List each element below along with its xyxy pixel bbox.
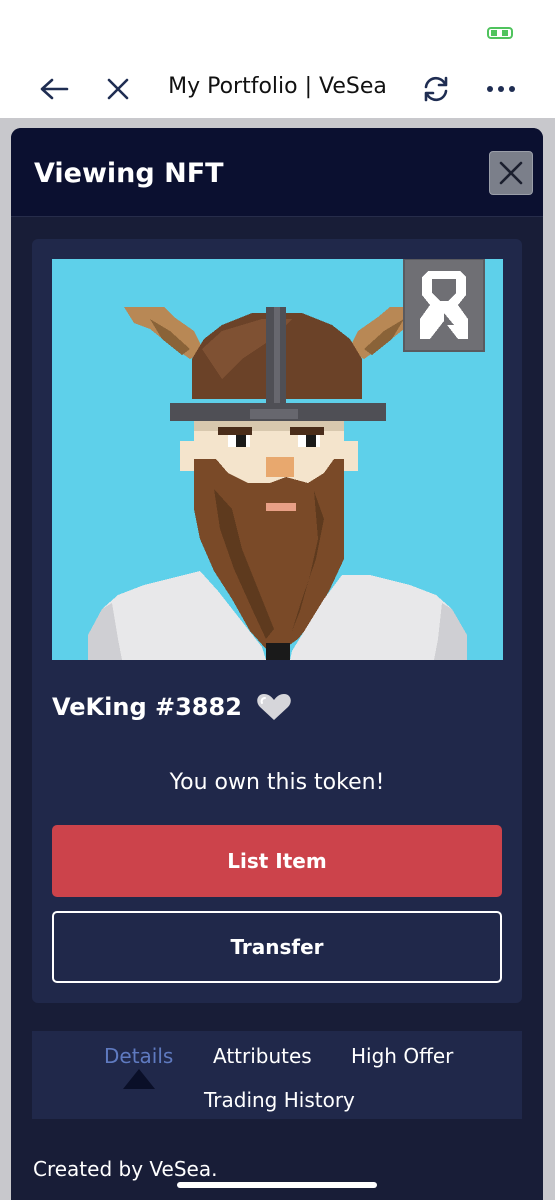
tab-trading-history[interactable]: Trading History xyxy=(204,1088,355,1112)
battery-icon xyxy=(487,26,515,45)
tab-details[interactable]: Details xyxy=(104,1044,173,1068)
transfer-button[interactable]: Transfer xyxy=(52,911,502,983)
tab-attributes[interactable]: Attributes xyxy=(213,1044,312,1068)
page-title: My Portfolio | VeSea xyxy=(168,74,387,99)
created-by-text: Created by VeSea. xyxy=(33,1157,218,1181)
close-icon[interactable] xyxy=(100,72,136,106)
modal-title: Viewing NFT xyxy=(34,158,224,189)
nft-name: VeKing #3882 xyxy=(52,693,242,721)
active-tab-indicator xyxy=(123,1069,155,1089)
home-indicator[interactable] xyxy=(177,1182,377,1188)
modal-close-button[interactable] xyxy=(489,151,533,195)
browser-toolbar: My Portfolio | VeSea xyxy=(0,60,555,118)
nft-card: VeKing #3882 You own this token! List It… xyxy=(32,239,522,1003)
nft-modal: Viewing NFT VeKing #3882 You own this to… xyxy=(11,128,543,1200)
list-item-button[interactable]: List Item xyxy=(52,825,502,897)
ownership-status: You own this token! xyxy=(169,770,385,795)
refresh-icon[interactable] xyxy=(418,72,454,106)
arrow-left-icon[interactable] xyxy=(36,72,72,106)
nft-image[interactable] xyxy=(52,259,503,660)
close-icon xyxy=(499,161,523,185)
detail-tabs: Details Attributes High Offer Trading Hi… xyxy=(32,1031,522,1119)
modal-header: Viewing NFT xyxy=(11,128,543,217)
tab-high-offer[interactable]: High Offer xyxy=(351,1044,453,1068)
more-horizontal-icon[interactable] xyxy=(483,72,519,106)
nft-title-row: VeKing #3882 xyxy=(52,687,292,727)
heart-icon[interactable] xyxy=(256,692,292,722)
status-bar xyxy=(0,0,555,60)
